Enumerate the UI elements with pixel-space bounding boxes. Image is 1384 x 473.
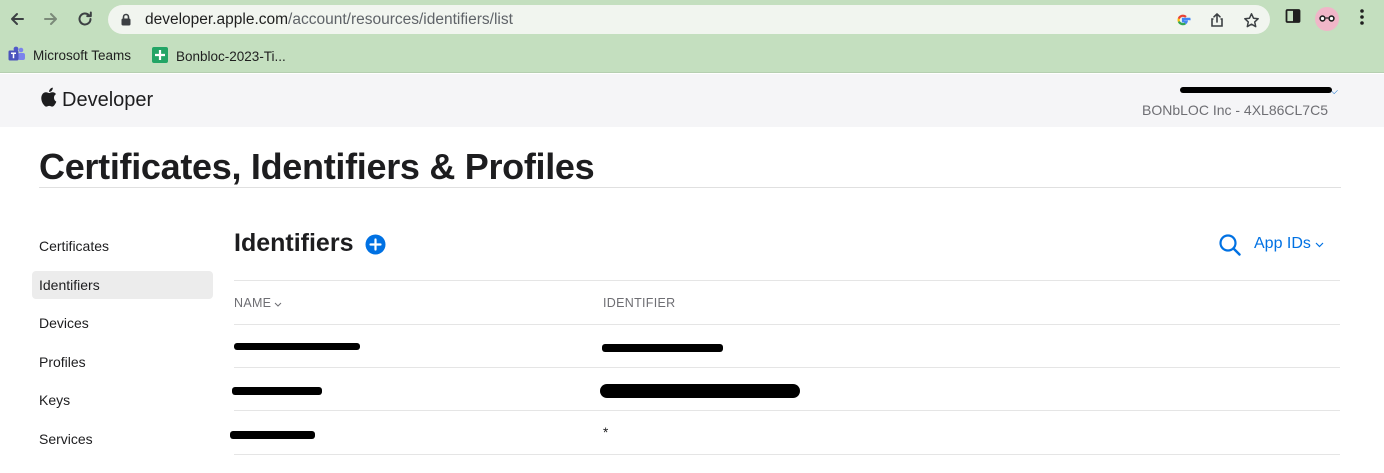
column-header-label: IDENTIFIER	[603, 296, 676, 310]
developer-logo-text: Developer	[62, 88, 154, 111]
forward-arrow-icon[interactable]	[40, 8, 62, 30]
site-header: Developer ⌵ BONbLOC Inc - 4XL86CL7C5	[0, 74, 1384, 127]
filter-label: App IDs	[1254, 235, 1311, 252]
column-header-identifier: IDENTIFIER	[603, 296, 675, 310]
redaction-mark	[602, 344, 723, 352]
share-icon[interactable]	[1208, 11, 1226, 29]
sidebar-item-profiles[interactable]: Profiles	[32, 348, 213, 376]
sidebar-item-devices[interactable]: Devices	[32, 309, 213, 337]
address-bar[interactable]: developer.apple.com/account/resources/id…	[108, 5, 1270, 34]
search-icon[interactable]	[1218, 233, 1242, 262]
redaction-mark	[232, 387, 322, 395]
app-ids-filter[interactable]: App IDs	[1254, 235, 1324, 253]
url-host: developer.apple.com	[145, 11, 289, 28]
table-divider	[234, 367, 1340, 368]
bookmark-star-icon[interactable]	[1242, 11, 1260, 29]
google-icon[interactable]	[1174, 11, 1192, 29]
url-text[interactable]: developer.apple.com/account/resources/id…	[145, 11, 513, 29]
teams-icon	[8, 46, 26, 65]
bookmark-label: Bonbloc-2023-Ti...	[176, 49, 286, 64]
apple-logo-icon	[40, 87, 57, 113]
table-divider	[234, 410, 1340, 411]
reload-icon[interactable]	[74, 8, 96, 30]
team-name: BONbLOC Inc - 4XL86CL7C5	[1142, 102, 1328, 118]
add-identifier-icon[interactable]	[365, 234, 386, 260]
chevron-down-icon	[1315, 235, 1324, 253]
row-identifier: *	[603, 425, 609, 440]
more-menu-icon[interactable]	[1355, 8, 1369, 31]
redaction-mark	[234, 343, 360, 350]
profile-avatar-icon[interactable]	[1315, 7, 1339, 36]
sidebar-item-keys[interactable]: Keys	[32, 386, 213, 414]
back-arrow-icon[interactable]	[6, 8, 28, 30]
sidebar-item-identifiers[interactable]: Identifiers	[32, 270, 213, 299]
column-header-name[interactable]: NAME	[234, 296, 282, 310]
bookmarks-bar: Microsoft Teams Bonbloc-2023-Ti...	[0, 38, 1384, 73]
redaction-mark	[230, 431, 315, 439]
sheets-icon	[151, 46, 169, 67]
section-title: Identifiers	[234, 229, 354, 257]
url-path: /account/resources/identifiers/list	[288, 11, 513, 28]
table-divider	[234, 454, 1340, 455]
bookmark-label: Microsoft Teams	[33, 48, 132, 63]
column-header-label: NAME	[234, 296, 272, 310]
bookmark-bonbloc-sheet[interactable]: Bonbloc-2023-Ti...	[151, 46, 286, 67]
divider	[39, 187, 1341, 188]
side-panel-icon[interactable]	[1285, 8, 1301, 29]
sidebar-item-certificates[interactable]: Certificates	[32, 232, 213, 260]
redaction-mark	[1180, 87, 1332, 93]
bookmark-microsoft-teams[interactable]: Microsoft Teams	[8, 46, 131, 65]
redaction-mark	[600, 384, 800, 398]
developer-logo[interactable]: Developer	[40, 87, 153, 113]
page-title: Certificates, Identifiers & Profiles	[39, 146, 595, 187]
sort-chevron-icon	[274, 296, 282, 310]
browser-toolbar: developer.apple.com/account/resources/id…	[0, 0, 1384, 38]
lock-icon[interactable]	[120, 13, 132, 31]
table-divider	[234, 280, 1340, 281]
sidebar-nav: Certificates Identifiers Devices Profile…	[32, 232, 213, 463]
sidebar-item-services[interactable]: Services	[32, 425, 213, 453]
table-divider	[234, 324, 1340, 325]
